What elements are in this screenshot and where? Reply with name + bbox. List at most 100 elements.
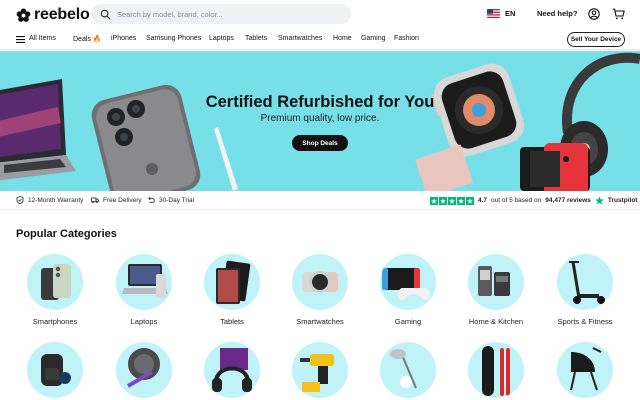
appliance-icon: [478, 266, 510, 296]
headphones-icon: [212, 348, 252, 392]
review-count: 94,477 reviews: [545, 197, 591, 204]
nav-iphones[interactable]: iPhones: [111, 35, 136, 42]
category-label: Tablets: [220, 317, 244, 326]
search-input[interactable]: Search by model, brand, color...: [91, 4, 351, 24]
rating-stars: [430, 196, 474, 205]
nav-samsung-phones[interactable]: Samsung Phones: [146, 35, 201, 42]
category-laptops[interactable]: Laptops: [104, 254, 184, 326]
category-sports-fitness[interactable]: Sports & Fitness: [545, 254, 625, 326]
backpack-icon: [41, 354, 71, 386]
category-smartphones[interactable]: Smartphones: [15, 254, 95, 326]
language-selector[interactable]: EN: [487, 9, 515, 18]
golf-club-icon: [390, 349, 417, 389]
category-label: Smartphones: [32, 317, 78, 326]
category-label: Gaming: [394, 317, 422, 326]
category-image: [27, 254, 83, 310]
laptop-icon: [122, 264, 168, 298]
category-vacuums[interactable]: [104, 342, 184, 398]
popular-categories-heading: Popular Categories: [16, 228, 117, 240]
site-header: reebelo Search by model, brand, color...…: [0, 0, 640, 29]
nav-tablets[interactable]: Tablets: [245, 35, 267, 42]
vacuum-icon: [126, 348, 160, 388]
star-icon: [448, 196, 456, 205]
delivery-badge: Free Delivery: [91, 196, 142, 204]
return-icon: [148, 196, 155, 203]
category-image: [468, 342, 524, 398]
smartphone-icon: [41, 264, 71, 300]
category-label: Sports & Fitness: [557, 317, 613, 326]
nav-deals[interactable]: Deals 🔥: [73, 35, 102, 43]
trust-bar: 12-Month Warranty Free Delivery 30-Day T…: [0, 191, 640, 210]
star-icon: [439, 196, 447, 205]
game-console-illustration: [520, 143, 590, 191]
logo[interactable]: reebelo: [16, 6, 90, 24]
star-icon: [457, 196, 465, 205]
category-golf[interactable]: [368, 342, 448, 398]
snowboard-icon: [482, 346, 510, 396]
star-icon: [466, 196, 474, 205]
star-icon: [430, 196, 438, 205]
category-image: [116, 342, 172, 398]
category-label: Home & Kitchen: [468, 317, 524, 326]
category-image: [204, 254, 260, 310]
nav-home[interactable]: Home: [333, 35, 352, 42]
trustpilot-rating[interactable]: 4.7 out of 5 based on 94,477 reviews Tru…: [430, 196, 637, 205]
nav-all-items[interactable]: All Items: [29, 35, 56, 42]
category-image: [27, 342, 83, 398]
trustpilot-brand: Trustpilot: [607, 197, 638, 204]
warranty-badge: 12-Month Warranty: [16, 196, 83, 204]
category-home-kitchen[interactable]: Home & Kitchen: [456, 254, 536, 326]
category-image: [204, 342, 260, 398]
nav-fashion[interactable]: Fashion: [394, 35, 419, 42]
truck-icon: [91, 197, 99, 204]
category-baby[interactable]: [545, 342, 625, 398]
category-image: [380, 342, 436, 398]
category-smartwatches[interactable]: Smartwatches: [280, 254, 360, 326]
shield-icon: [16, 196, 24, 204]
rating-value: 4.7: [478, 197, 488, 204]
category-image: [292, 342, 348, 398]
category-tools[interactable]: [280, 342, 360, 398]
search-placeholder: Search by model, brand, color...: [117, 9, 223, 19]
category-audio[interactable]: [192, 342, 272, 398]
category-image: [380, 254, 436, 310]
logo-text: reebelo: [34, 6, 90, 23]
category-bags[interactable]: [15, 342, 95, 398]
category-label: Laptops: [130, 317, 158, 326]
gaming-console-icon: [382, 268, 430, 300]
scooter-icon: [569, 261, 605, 304]
category-image: [468, 254, 524, 310]
user-icon[interactable]: [588, 8, 600, 20]
category-image: [557, 342, 613, 398]
trial-label: 30-Day Trial: [159, 196, 195, 204]
cart-icon[interactable]: [612, 8, 625, 20]
sell-your-device-button[interactable]: Sell Your Device: [567, 32, 625, 47]
rating-text: out of 5 based on: [491, 197, 542, 204]
category-nav: All Items Deals 🔥 iPhones Samsung Phones…: [0, 29, 640, 50]
delivery-label: Free Delivery: [103, 196, 142, 204]
hero-title: Certified Refurbished for You: [205, 93, 435, 111]
help-link[interactable]: Need help?: [537, 9, 577, 18]
category-label: Smartwatches: [296, 317, 344, 326]
category-image: [557, 254, 613, 310]
tablet-icon: [216, 260, 251, 304]
menu-icon[interactable]: [16, 36, 25, 43]
watch-illustration: [414, 63, 525, 191]
trustpilot-star-icon: [595, 196, 604, 205]
trial-badge: 30-Day Trial: [147, 196, 194, 204]
search-icon: [100, 9, 111, 19]
nav-laptops[interactable]: Laptops: [209, 35, 234, 42]
nav-gaming[interactable]: Gaming: [361, 35, 386, 42]
category-tablets[interactable]: Tablets: [192, 254, 272, 326]
hero-banner[interactable]: Certified Refurbished for You Premium qu…: [0, 51, 640, 191]
category-gaming[interactable]: Gaming: [368, 254, 448, 326]
nav-smartwatches[interactable]: Smartwatches: [278, 35, 322, 42]
drill-icon: [300, 354, 334, 392]
logo-flower-icon: [16, 7, 31, 22]
warranty-label: 12-Month Warranty: [28, 196, 84, 204]
stylus-illustration: [214, 127, 238, 191]
category-image: [292, 254, 348, 310]
shop-deals-button[interactable]: Shop Deals: [292, 135, 348, 151]
category-snow[interactable]: [456, 342, 536, 398]
category-image: [116, 254, 172, 310]
